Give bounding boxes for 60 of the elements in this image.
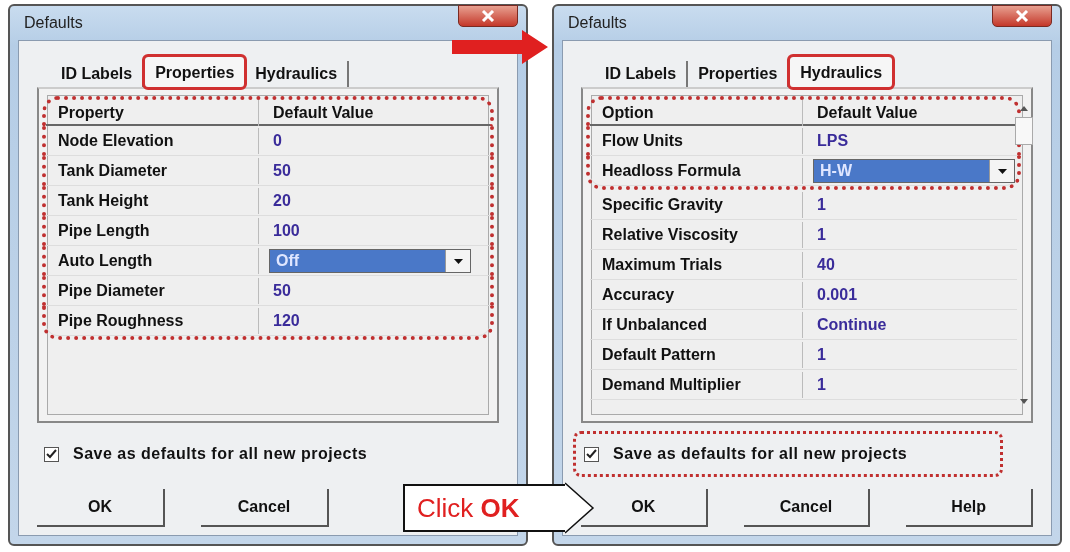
property-name: Default Pattern bbox=[592, 342, 803, 368]
property-value[interactable]: 20 bbox=[259, 192, 291, 209]
property-name: Tank Height bbox=[48, 188, 259, 214]
checkbox-label: Save as defaults for all new projects bbox=[73, 445, 368, 463]
property-name: Accuracy bbox=[592, 282, 803, 308]
dialog-button[interactable]: OK bbox=[37, 489, 165, 527]
property-name: Flow Units bbox=[592, 128, 803, 154]
property-value[interactable]: LPS bbox=[803, 132, 849, 149]
property-value[interactable]: 1 bbox=[803, 376, 826, 393]
tab[interactable]: Hydraulics bbox=[789, 56, 894, 88]
callout-text: Click OK bbox=[417, 492, 520, 524]
property-value[interactable]: 50 bbox=[259, 282, 291, 299]
property-name: Maximum Trials bbox=[592, 252, 803, 278]
column-header: Default Value bbox=[816, 104, 918, 122]
down-arrow-icon bbox=[1020, 399, 1028, 404]
column-header: Default Value bbox=[272, 104, 374, 122]
property-value[interactable]: 120 bbox=[259, 312, 300, 329]
close-icon bbox=[1015, 10, 1029, 22]
property-value[interactable]: 100 bbox=[259, 222, 300, 239]
property-name: Auto Length bbox=[48, 248, 259, 274]
property-value[interactable]: 50 bbox=[259, 162, 291, 179]
dialog-button[interactable]: OK bbox=[581, 489, 708, 527]
close-icon bbox=[481, 10, 495, 22]
property-value[interactable]: 1 bbox=[803, 196, 826, 213]
property-name: Relative Viscosity bbox=[592, 222, 803, 248]
dropdown[interactable]: H-W bbox=[813, 159, 1015, 183]
column-header: Option bbox=[592, 100, 803, 126]
close-button[interactable] bbox=[458, 5, 518, 27]
column-header: Property bbox=[48, 100, 259, 126]
checkbox-label: Save as defaults for all new projects bbox=[613, 445, 908, 463]
property-name: Pipe Diameter bbox=[48, 278, 259, 304]
property-value[interactable]: 40 bbox=[803, 256, 835, 273]
dialog-button[interactable]: Help bbox=[906, 489, 1033, 527]
property-name: Tank Diameter bbox=[48, 158, 259, 184]
property-value[interactable]: 0 bbox=[259, 132, 282, 149]
property-name: If Unbalanced bbox=[592, 312, 803, 338]
tab[interactable]: Properties bbox=[144, 56, 246, 88]
property-name: Headloss Formula bbox=[592, 158, 803, 184]
dropdown[interactable]: Off bbox=[269, 249, 471, 273]
caret-icon bbox=[453, 258, 463, 264]
property-value[interactable]: 1 bbox=[803, 226, 826, 243]
window-title: Defaults bbox=[567, 14, 627, 32]
caret-icon bbox=[997, 168, 1007, 174]
property-name: Specific Gravity bbox=[592, 192, 803, 218]
dialog-button[interactable]: Cancel bbox=[743, 489, 871, 527]
property-name: Pipe Length bbox=[48, 218, 259, 244]
property-name: Node Elevation bbox=[48, 128, 259, 154]
checkbox[interactable] bbox=[584, 446, 599, 462]
property-name: Demand Multiplier bbox=[592, 372, 803, 398]
property-value[interactable]: 0.001 bbox=[803, 286, 858, 303]
property-value[interactable]: 1 bbox=[803, 346, 826, 363]
right-arrow-icon bbox=[452, 30, 548, 64]
up-arrow-icon bbox=[1020, 106, 1028, 111]
dialog-button[interactable]: Cancel bbox=[201, 489, 329, 527]
close-button[interactable] bbox=[992, 5, 1052, 27]
window-title: Defaults bbox=[23, 14, 83, 32]
property-name: Pipe Roughness bbox=[48, 308, 259, 334]
checkbox[interactable] bbox=[44, 446, 59, 462]
property-value[interactable]: Continue bbox=[803, 316, 887, 333]
scroll-thumb[interactable] bbox=[1015, 117, 1033, 145]
